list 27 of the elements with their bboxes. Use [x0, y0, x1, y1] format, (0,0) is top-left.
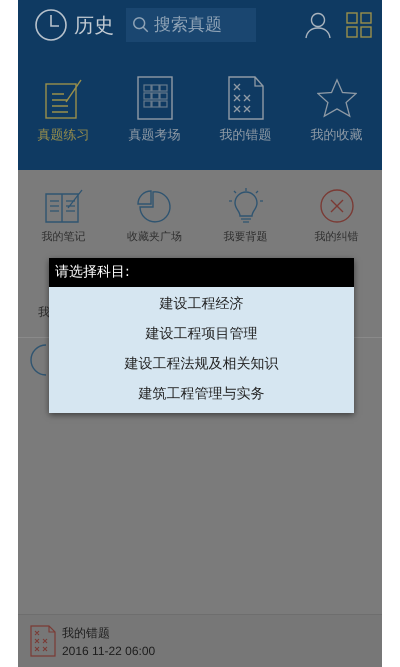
tool-button[interactable]: 我的纠错 [291, 188, 382, 260]
list-item-text: 我 [38, 304, 50, 321]
crossed-sheet-icon [30, 625, 56, 657]
grid-icon[interactable] [346, 12, 372, 38]
tool-button[interactable]: 我要背题 [200, 188, 291, 260]
nav-tab[interactable]: 我的错题 [200, 76, 291, 144]
nav-tab[interactable]: 我的收藏 [291, 76, 382, 144]
recent-time: 2016 11-22 06:00 [62, 644, 156, 658]
crossed-sheet-icon [226, 76, 266, 120]
subject-option[interactable]: 建设工程法规及相关知识 [49, 349, 354, 379]
recent-title: 我的错题 [62, 624, 111, 642]
search-field[interactable]: 搜索真题 [126, 8, 256, 42]
star-icon [316, 76, 356, 120]
tool-button[interactable]: 收藏夹广场 [109, 188, 200, 260]
dialog-title: 请选择科目: [49, 258, 354, 287]
clock-icon[interactable] [34, 8, 68, 42]
recent-item[interactable]: 我的错题 2016 11-22 06:00 [18, 614, 382, 667]
history-label[interactable]: 历史 [74, 12, 114, 38]
user-icon[interactable] [304, 11, 332, 39]
subject-option[interactable]: 建筑工程管理与实务 [49, 379, 354, 409]
book-pen-icon [44, 188, 84, 224]
grid-sheet-icon [134, 76, 174, 120]
tool-button[interactable]: 我的笔记 [18, 188, 109, 260]
nav-tab[interactable]: 真题考场 [109, 76, 200, 144]
nav-tab[interactable]: 真题练习 [18, 76, 109, 144]
subject-option[interactable]: 建设工程项目管理 [49, 319, 354, 349]
subject-option[interactable]: 建设工程经济 [49, 289, 354, 319]
